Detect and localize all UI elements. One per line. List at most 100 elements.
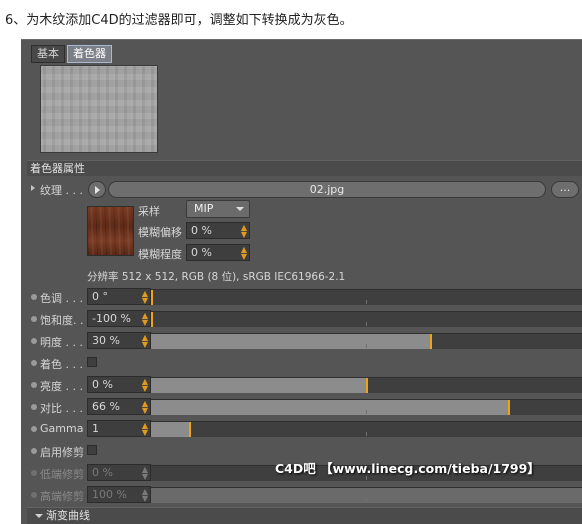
param-label: 对比 . . . xyxy=(40,402,83,415)
texture-browse-button[interactable]: ... xyxy=(551,181,579,198)
stepper-arrows-icon[interactable]: ▲ ▼ xyxy=(142,334,148,349)
param-input[interactable]: 66 % ▲ ▼ xyxy=(87,398,151,415)
param-input[interactable]: -100 % ▲ ▼ xyxy=(87,310,151,327)
slider-fill xyxy=(151,422,190,437)
param-slider[interactable] xyxy=(151,311,582,327)
animation-dot-icon xyxy=(31,470,37,476)
param-label: 低端修剪 xyxy=(40,468,84,481)
enable-clip-checkbox[interactable] xyxy=(87,445,97,455)
blur-offset-value: 0 % xyxy=(191,224,212,237)
slider-tick xyxy=(366,410,367,414)
param-value: 30 % xyxy=(92,334,120,347)
param-value: 1 xyxy=(92,422,99,435)
tab-shader[interactable]: 着色器 xyxy=(67,45,112,63)
animation-dot-icon[interactable] xyxy=(31,426,37,432)
blur-degree-label: 模糊程度 xyxy=(138,248,182,261)
param-value: 0 % xyxy=(92,466,113,479)
texture-file-field[interactable]: 02.jpg xyxy=(108,181,546,198)
param-label: 着色 . . . xyxy=(40,358,83,371)
param-label: 亮度 . . . xyxy=(40,380,83,393)
param-slider[interactable] xyxy=(151,377,582,393)
gradient-curve-section[interactable]: 渐变曲线 xyxy=(27,507,582,524)
shader-preview xyxy=(40,65,158,153)
param-value: 0 % xyxy=(92,378,113,391)
texture-label: 纹理 . . . xyxy=(40,184,83,197)
colorize-checkbox[interactable] xyxy=(87,357,97,367)
param-label: 明度 . . . xyxy=(40,336,83,349)
stepper-arrows-icon[interactable]: ▲ ▼ xyxy=(142,400,148,415)
param-input[interactable]: 0 ° ▲ ▼ xyxy=(87,288,151,305)
slider-handle[interactable] xyxy=(508,400,510,415)
expand-arrow-icon[interactable] xyxy=(31,185,35,191)
tab-bar: 基本 着色器 xyxy=(31,45,112,63)
blur-degree-input[interactable]: 0 % ▲ ▼ xyxy=(186,244,250,261)
param-value: 100 % xyxy=(92,488,127,501)
param-label: Gamma xyxy=(40,422,84,435)
animation-dot-icon[interactable] xyxy=(31,382,37,388)
param-input: 0 % ▲ ▼ xyxy=(87,464,151,481)
blur-degree-value: 0 % xyxy=(191,246,212,259)
animation-dot-icon[interactable] xyxy=(31,294,37,300)
section-header: 着色器属性 xyxy=(27,160,582,176)
stepper-arrows-icon[interactable]: ▲ ▼ xyxy=(142,290,148,305)
animation-dot-icon xyxy=(31,492,37,498)
stepper-arrows-icon[interactable]: ▲ ▼ xyxy=(142,378,148,393)
animation-dot-icon[interactable] xyxy=(31,448,37,454)
chevron-down-icon xyxy=(236,207,244,211)
stepper-arrows-icon[interactable]: ▲ ▼ xyxy=(241,246,247,261)
animation-dot-icon[interactable] xyxy=(31,360,37,366)
param-row-high-clip: 高端修剪 100 % ▲ ▼ xyxy=(21,486,582,504)
param-value: -100 % xyxy=(92,312,131,325)
param-row-contrast: 对比 . . . 66 % ▲ ▼ xyxy=(21,398,582,416)
param-slider xyxy=(151,487,582,503)
param-label: 色调 . . . xyxy=(40,292,83,305)
slider-handle[interactable] xyxy=(430,334,432,349)
collapse-triangle-icon xyxy=(35,514,43,518)
param-slider[interactable] xyxy=(151,421,582,437)
stepper-arrows-icon: ▲ ▼ xyxy=(141,487,148,503)
param-input[interactable]: 30 % ▲ ▼ xyxy=(87,332,151,349)
texture-info: 分辨率 512 x 512, RGB (8 位), sRGB IEC61966-… xyxy=(87,271,346,283)
slider-tick xyxy=(366,432,367,436)
slider-handle[interactable] xyxy=(151,290,153,305)
gradient-curve-label: 渐变曲线 xyxy=(46,509,90,522)
animation-dot-icon[interactable] xyxy=(31,404,37,410)
blur-offset-label: 模糊偏移 xyxy=(138,226,182,239)
slider-tick xyxy=(366,344,367,348)
param-row-lightness: 明度 . . . 30 % ▲ ▼ xyxy=(21,332,582,350)
param-slider[interactable] xyxy=(151,333,582,349)
slider-fill xyxy=(151,400,509,415)
param-label: 启用修剪 xyxy=(40,446,84,459)
slider-handle[interactable] xyxy=(366,378,368,393)
stepper-arrows-icon[interactable]: ▲ ▼ xyxy=(142,422,148,437)
slider-handle[interactable] xyxy=(151,312,153,327)
blur-offset-input[interactable]: 0 % ▲ ▼ xyxy=(186,222,250,239)
texture-thumbnail xyxy=(87,206,134,256)
tab-basic[interactable]: 基本 xyxy=(31,45,65,63)
stepper-arrows-icon[interactable]: ▲ ▼ xyxy=(241,224,247,239)
texture-row: 纹理 . . . 02.jpg ... xyxy=(21,180,582,200)
param-label: 高端修剪 xyxy=(40,490,84,503)
slider-tick xyxy=(366,498,367,502)
param-input[interactable]: 1 ▲ ▼ xyxy=(87,420,151,437)
param-row-gamma: Gamma 1 ▲ ▼ xyxy=(21,420,582,438)
param-row-hue: 色调 . . . 0 ° ▲ ▼ xyxy=(21,288,582,306)
texture-options-button[interactable] xyxy=(88,181,106,198)
stepper-arrows-icon[interactable]: ▲ ▼ xyxy=(142,312,148,327)
param-slider[interactable] xyxy=(151,289,582,305)
param-input[interactable]: 0 % ▲ ▼ xyxy=(87,376,151,393)
slider-fill xyxy=(151,334,431,349)
shader-attributes-panel: 基本 着色器 着色器属性 纹理 . . . 02.jpg ... 采样 MIP … xyxy=(21,39,582,524)
watermark: C4D吧 【www.linecg.com/tieba/1799】 xyxy=(275,461,540,476)
param-row-saturation: 饱和度. . -100 % ▲ ▼ xyxy=(21,310,582,328)
param-value: 66 % xyxy=(92,400,120,413)
param-row-brightness: 亮度 . . . 0 % ▲ ▼ xyxy=(21,376,582,394)
slider-handle[interactable] xyxy=(189,422,191,437)
animation-dot-icon[interactable] xyxy=(31,316,37,322)
slider-tick xyxy=(366,322,367,326)
sampling-dropdown[interactable]: MIP xyxy=(186,200,250,218)
param-slider[interactable] xyxy=(151,399,582,415)
param-label: 饱和度. . xyxy=(40,314,84,327)
param-input: 100 % ▲ ▼ xyxy=(87,486,151,503)
animation-dot-icon[interactable] xyxy=(31,338,37,344)
